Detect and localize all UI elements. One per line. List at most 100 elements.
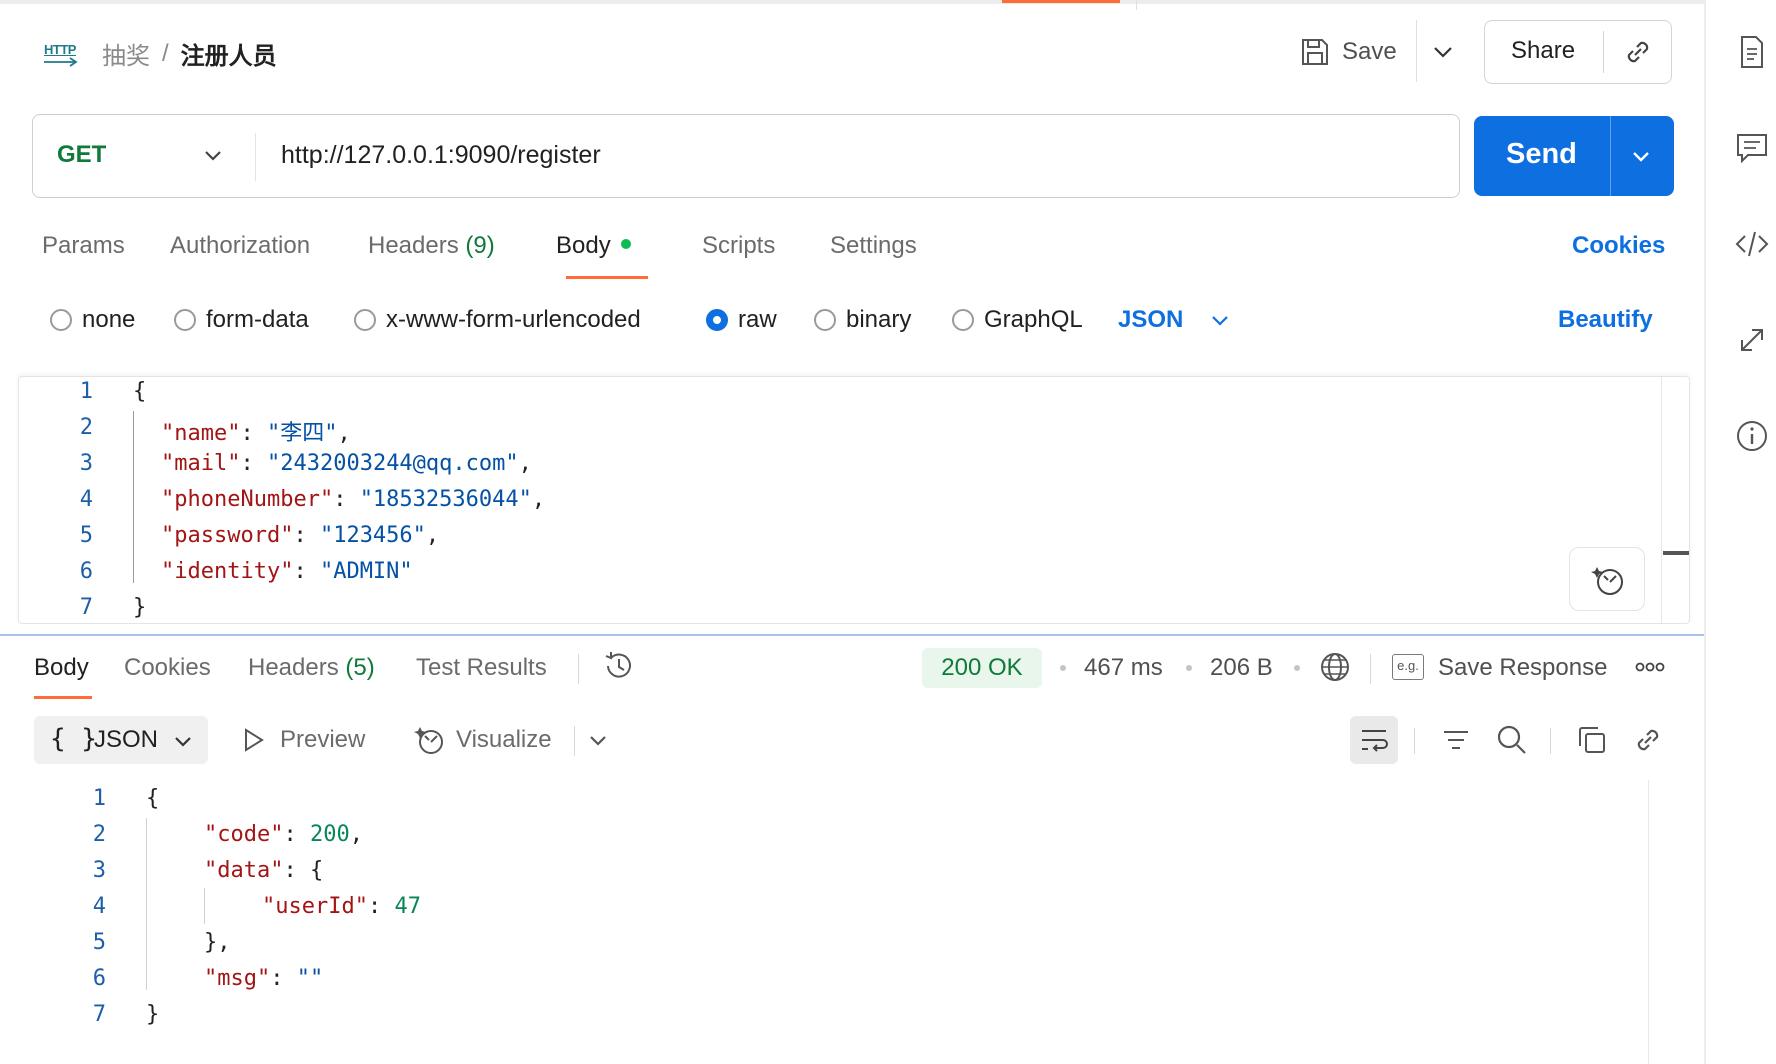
breadcrumb-collection[interactable]: 抽奖 <box>102 36 150 71</box>
ai-assist-button[interactable] <box>1569 547 1645 611</box>
json-punct: , <box>337 421 351 446</box>
code-line: "code": 200, <box>204 822 363 847</box>
request-body-editor[interactable]: 1 2 3 4 5 6 7 { "name": "李四", "mail": "2… <box>18 376 1690 624</box>
line-number: 6 <box>79 559 93 584</box>
save-options-chevron-icon[interactable] <box>1428 36 1458 68</box>
tab-headers[interactable]: Headers (9) <box>368 232 495 260</box>
indent-guide <box>146 818 147 990</box>
document-icon[interactable] <box>1734 34 1770 70</box>
code-line: "data": { <box>204 858 324 883</box>
wrap-icon <box>1362 730 1388 752</box>
radio-graphql[interactable]: GraphQL <box>952 306 1083 334</box>
tab-headers-count: (9) <box>465 232 495 259</box>
editor-scrollbar[interactable] <box>1661 377 1662 623</box>
radio-none[interactable]: none <box>50 306 135 334</box>
response-time[interactable]: 467 ms <box>1084 654 1163 682</box>
save-divider <box>1416 20 1417 82</box>
info-icon[interactable] <box>1734 418 1770 454</box>
json-key: "msg" <box>204 966 271 991</box>
tab-authorization[interactable]: Authorization <box>170 232 310 260</box>
visualize-divider <box>574 726 575 756</box>
save-response-button[interactable]: Save Response <box>1438 654 1607 682</box>
radio-raw[interactable]: raw <box>706 306 777 334</box>
braces-icon: { } <box>50 724 97 754</box>
beautify-button[interactable]: Beautify <box>1558 306 1653 334</box>
radio-circle <box>952 309 974 331</box>
request-response-splitter[interactable] <box>0 634 1704 636</box>
radio-urlencoded[interactable]: x-www-form-urlencoded <box>354 306 641 334</box>
body-format-chevron-icon[interactable] <box>1206 306 1234 334</box>
status-badge[interactable]: 200 OK <box>922 648 1042 688</box>
link-icon[interactable] <box>1630 722 1666 758</box>
radio-circle <box>50 309 72 331</box>
tab-scripts[interactable]: Scripts <box>702 232 775 260</box>
copy-link-icon[interactable] <box>1621 35 1655 69</box>
tab-body[interactable]: Body <box>556 232 631 260</box>
code-icon[interactable] <box>1734 226 1770 262</box>
tab-params[interactable]: Params <box>42 232 125 260</box>
response-size[interactable]: 206 B <box>1210 654 1273 682</box>
line-number: 3 <box>92 858 106 883</box>
json-value: "123456" <box>319 523 426 548</box>
tab-body-label: Body <box>556 232 611 259</box>
json-key: "password" <box>161 523 294 548</box>
send-options-chevron-icon[interactable] <box>1626 142 1656 172</box>
resp-tabs-divider <box>578 654 579 684</box>
preview-button[interactable]: Preview <box>242 726 365 754</box>
filter-icon[interactable] <box>1438 722 1474 758</box>
word-wrap-button[interactable] <box>1350 716 1398 764</box>
radio-circle-selected <box>706 309 728 331</box>
body-format-select[interactable]: JSON <box>1118 306 1183 334</box>
globe-icon[interactable] <box>1318 650 1352 684</box>
share-button[interactable]: Share <box>1511 37 1575 65</box>
code-line: "password": "123456", <box>161 523 440 548</box>
resp-tab-cookies[interactable]: Cookies <box>124 654 211 682</box>
json-key: "name" <box>161 421 241 446</box>
code-line: "userId": 47 <box>262 894 421 919</box>
code-line: "identity": "ADMIN" <box>161 559 413 584</box>
radio-binary[interactable]: binary <box>814 306 911 334</box>
send-button[interactable]: Send <box>1506 138 1577 171</box>
radio-label: form-data <box>206 306 309 333</box>
json-punct: , <box>425 523 440 548</box>
response-format-select[interactable]: { } JSON <box>34 716 208 764</box>
search-icon[interactable] <box>1494 722 1530 758</box>
resp-tab-headers[interactable]: Headers (5) <box>248 654 375 682</box>
resp-tab-headers-label: Headers <box>248 654 339 681</box>
radio-circle <box>174 309 196 331</box>
json-value: "" <box>296 966 324 991</box>
radio-label: x-www-form-urlencoded <box>386 306 641 333</box>
radio-label: GraphQL <box>984 306 1083 333</box>
save-button[interactable]: Save <box>1300 30 1397 74</box>
comment-icon[interactable] <box>1734 130 1770 166</box>
example-icon: e.g. <box>1392 654 1424 680</box>
url-input[interactable]: http://127.0.0.1:9090/register <box>281 141 601 170</box>
line-number: 2 <box>79 415 93 440</box>
history-icon[interactable] <box>600 648 636 684</box>
radio-form-data[interactable]: form-data <box>174 306 309 334</box>
cookies-link[interactable]: Cookies <box>1572 232 1665 260</box>
more-options-icon[interactable] <box>1634 656 1666 678</box>
line-number: 3 <box>79 451 93 476</box>
preview-label: Preview <box>280 726 366 753</box>
copy-icon[interactable] <box>1574 722 1610 758</box>
resp-tab-body[interactable]: Body <box>34 654 89 682</box>
indent-guide <box>204 888 205 924</box>
visualize-button[interactable]: Visualize <box>414 724 552 756</box>
editor-scroll-thumb[interactable] <box>1663 551 1689 555</box>
indent-guide <box>133 411 134 583</box>
method-chevron-down-icon[interactable] <box>199 141 227 169</box>
tab-settings[interactable]: Settings <box>830 232 917 260</box>
method-select[interactable]: GET <box>57 141 106 169</box>
related-icon[interactable] <box>1734 322 1770 358</box>
request-title[interactable]: 注册人员 <box>181 36 277 71</box>
resp-tab-headers-count: (5) <box>345 654 375 681</box>
meta-separator-dot <box>1294 665 1300 671</box>
meta-separator-dot <box>1060 665 1066 671</box>
resp-tab-test-results[interactable]: Test Results <box>416 654 547 682</box>
request-header: HTTP 抽奖 / 注册人员 Save Share <box>0 0 1704 104</box>
visualize-chevron-icon[interactable] <box>584 726 612 754</box>
toolbar-divider <box>1550 728 1551 754</box>
radio-label: binary <box>846 306 912 333</box>
response-scrollbar[interactable] <box>1648 780 1649 1064</box>
